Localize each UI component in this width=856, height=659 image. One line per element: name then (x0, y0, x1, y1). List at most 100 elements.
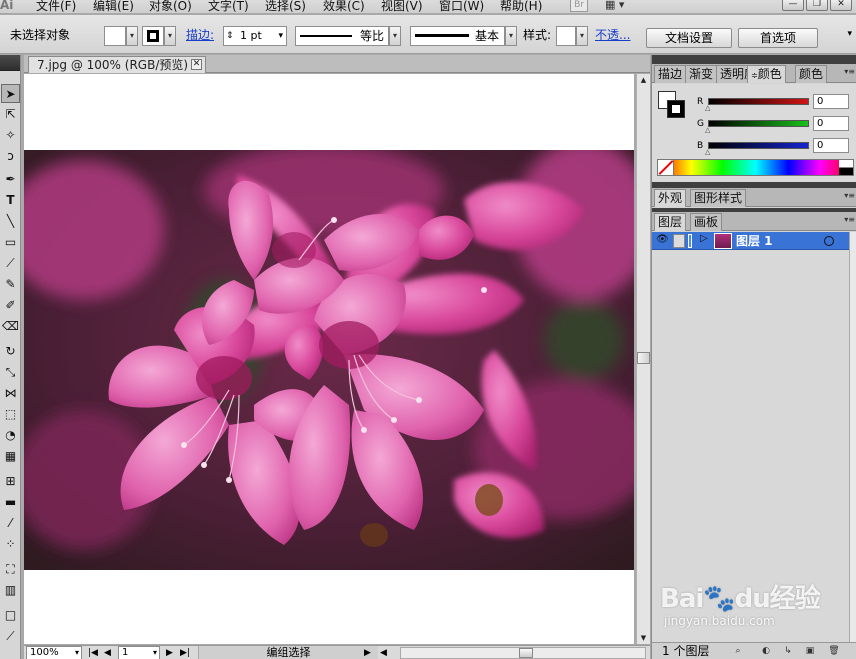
red-slider-handle-icon[interactable]: △ (705, 104, 710, 112)
tab-layers[interactable]: 图层 (654, 213, 687, 231)
blend-tool-icon[interactable]: ⁘ (1, 535, 20, 554)
first-artboard-icon[interactable]: |◀ (88, 646, 98, 659)
rotate-tool-icon[interactable]: ↻ (1, 342, 20, 361)
menu-window[interactable]: 窗口(W) (439, 0, 484, 14)
layer-name[interactable]: 图层 1 (736, 232, 773, 250)
previous-artboard-icon[interactable]: ◀ (104, 646, 111, 659)
style-dropdown[interactable]: ▾ (576, 26, 588, 46)
layer-target-icon[interactable] (824, 236, 834, 246)
tools-panel-grip[interactable] (0, 55, 20, 71)
menu-effect[interactable]: 效果(C) (323, 0, 365, 14)
scroll-down-arrow-icon[interactable]: ▼ (637, 632, 650, 644)
make-clipping-mask-icon[interactable]: ◐ (760, 645, 772, 657)
green-channel-slider[interactable] (708, 120, 809, 127)
blue-slider-handle-icon[interactable]: △ (705, 148, 710, 156)
scroll-up-arrow-icon[interactable]: ▲ (637, 74, 650, 86)
rectangle-tool-icon[interactable]: ▭ (1, 233, 20, 252)
direct-selection-tool-icon[interactable]: ⇱ (1, 105, 20, 124)
locate-object-icon[interactable]: ⌕ (732, 645, 744, 657)
expand-layer-icon[interactable]: ▷ (700, 233, 708, 244)
artboard-canvas[interactable] (24, 74, 634, 644)
delete-layer-icon[interactable]: 🗑 (828, 645, 840, 657)
document-setup-button[interactable]: 文档设置 (646, 28, 732, 48)
current-tool-status[interactable]: 编组选择 (198, 646, 378, 659)
last-artboard-icon[interactable]: ▶| (180, 646, 190, 659)
red-channel-slider[interactable] (708, 98, 809, 105)
tab-gradient[interactable]: 渐变 (685, 65, 718, 83)
horizontal-scroll-thumb[interactable] (519, 648, 533, 658)
stroke-link[interactable]: 描边: (186, 27, 214, 43)
layers-scrollbar[interactable] (849, 232, 856, 642)
new-layer-icon[interactable]: ▣ (804, 645, 816, 657)
visibility-eye-icon[interactable]: 👁 (656, 234, 669, 245)
opacity-link[interactable]: 不透... (595, 27, 630, 43)
new-sublayer-icon[interactable]: ↳ (782, 645, 794, 657)
blob-brush-tool-icon[interactable]: ✐ (1, 296, 20, 315)
close-document-icon[interactable]: ✕ (191, 59, 202, 70)
color-spectrum-bar[interactable] (657, 159, 854, 176)
black-white-swatch[interactable] (839, 160, 853, 175)
tab-appearance[interactable]: 外观 (654, 189, 687, 207)
control-bar-menu-icon[interactable]: ▾ (847, 29, 852, 39)
blue-channel-slider[interactable] (708, 142, 809, 149)
scroll-left-arrow-icon[interactable]: ◀ (380, 646, 387, 659)
red-value-field[interactable]: 0 (813, 94, 849, 109)
perspective-grid-tool-icon[interactable]: ▦ (1, 447, 20, 466)
line-tool-icon[interactable]: ╲ (1, 212, 20, 231)
paintbrush-tool-icon[interactable]: ⟋ (1, 254, 20, 273)
stroke-weight-field[interactable]: ⇕ 1 pt ▾ (223, 26, 287, 46)
slice-tool-icon[interactable]: ⟋ (1, 627, 20, 646)
fill-swatch[interactable] (104, 26, 126, 46)
menu-type[interactable]: 文字(T) (208, 0, 249, 14)
profile-dropdown[interactable]: ▾ (389, 26, 401, 46)
variable-width-profile[interactable]: 等比 (295, 26, 389, 46)
workspace-switcher-icon[interactable]: ▦ ▾ (605, 0, 641, 12)
brush-dropdown[interactable]: ▾ (505, 26, 517, 46)
preferences-button[interactable]: 首选项 (738, 28, 818, 48)
status-menu-arrow-icon[interactable]: ▶ (364, 646, 371, 659)
tab-color[interactable]: ≑颜色 (747, 65, 786, 83)
green-value-field[interactable]: 0 (813, 116, 849, 131)
width-tool-icon[interactable]: ⋈ (1, 384, 20, 403)
tab-stroke[interactable]: 描边 (654, 65, 687, 83)
artboard-tool-icon[interactable]: □ (1, 606, 20, 625)
restore-button[interactable]: ❐ (806, 0, 828, 11)
menu-file[interactable]: 文件(F) (36, 0, 76, 14)
stroke-swatch[interactable] (142, 26, 164, 46)
green-slider-handle-icon[interactable]: △ (705, 126, 710, 134)
menu-select[interactable]: 选择(S) (265, 0, 306, 14)
eyedropper-tool-icon[interactable]: ⁄ (1, 514, 20, 533)
mesh-tool-icon[interactable]: ⊞ (1, 472, 20, 491)
free-transform-tool-icon[interactable]: ⬚ (1, 405, 20, 424)
lock-toggle[interactable] (673, 234, 685, 248)
placed-photo-azalea[interactable] (24, 150, 634, 570)
minimize-button[interactable]: — (782, 0, 804, 11)
close-button[interactable]: ✕ (830, 0, 852, 11)
menu-object[interactable]: 对象(O) (149, 0, 192, 14)
shape-builder-tool-icon[interactable]: ◔ (1, 426, 20, 445)
selection-tool-icon[interactable]: ➤ (1, 84, 20, 103)
tab-artboards[interactable]: 画板 (690, 213, 723, 231)
magic-wand-tool-icon[interactable]: ✧ (1, 126, 20, 145)
style-swatch[interactable] (556, 26, 576, 46)
layer-row[interactable]: 👁 ▷ 图层 1 (652, 232, 849, 250)
layers-panel-menu-icon[interactable]: ▾≡ (844, 215, 855, 224)
lasso-tool-icon[interactable]: ↄ (1, 147, 20, 166)
type-tool-icon[interactable]: T (1, 191, 20, 210)
fill-dropdown[interactable]: ▾ (126, 26, 138, 46)
tab-graphic-styles[interactable]: 图形样式 (690, 189, 747, 207)
canvas-horizontal-scrollbar[interactable] (400, 647, 646, 659)
column-graph-tool-icon[interactable]: ▥ (1, 581, 20, 600)
blue-value-field[interactable]: 0 (813, 138, 849, 153)
appearance-panel-menu-icon[interactable]: ▾≡ (844, 191, 855, 200)
eraser-tool-icon[interactable]: ⌫ (1, 317, 20, 336)
artboard-number-field[interactable]: 1 ▾ (118, 646, 160, 659)
scale-tool-icon[interactable]: ⤡ (1, 363, 20, 382)
menu-edit[interactable]: 编辑(E) (93, 0, 134, 14)
tab-color-guide[interactable]: 颜色 (795, 65, 828, 83)
color-panel-menu-icon[interactable]: ▾≡ (844, 67, 855, 76)
stroke-dropdown[interactable]: ▾ (164, 26, 176, 46)
vertical-scroll-thumb[interactable] (637, 352, 650, 364)
symbol-sprayer-tool-icon[interactable]: ⛶ (1, 560, 20, 579)
menu-help[interactable]: 帮助(H) (500, 0, 542, 14)
